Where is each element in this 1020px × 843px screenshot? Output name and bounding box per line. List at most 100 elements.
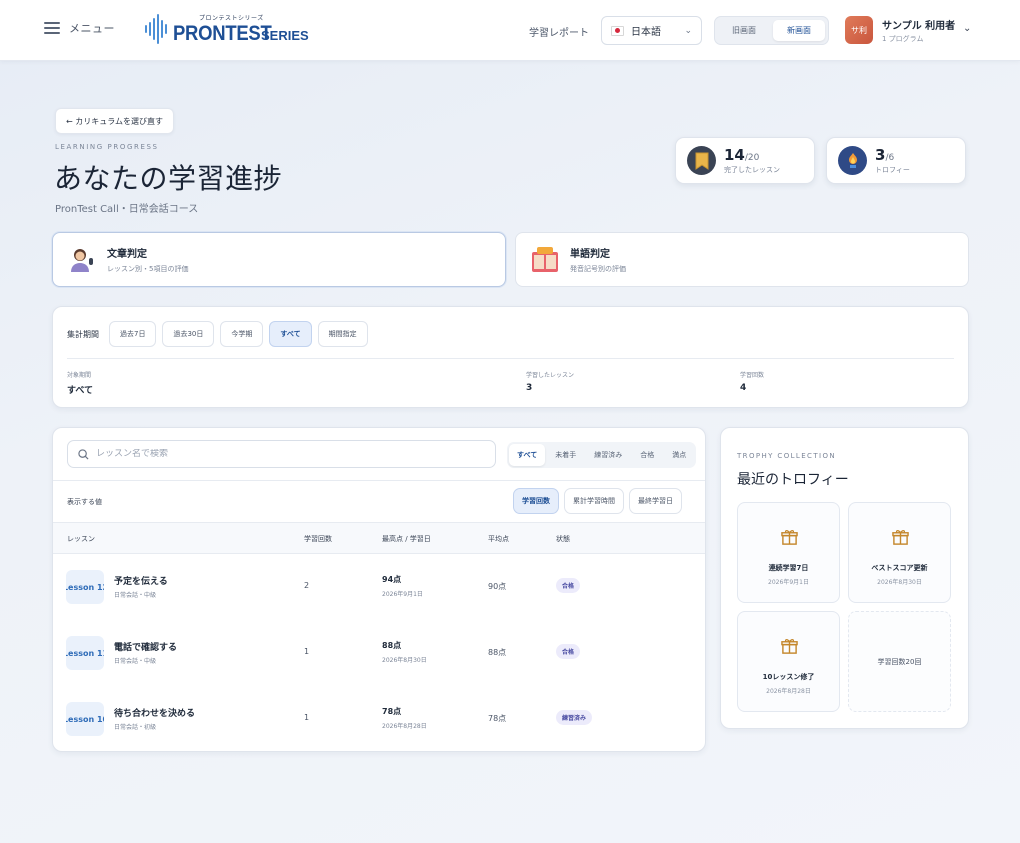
summary-label: 対象期間 <box>67 372 92 379</box>
learning-report-link[interactable]: 学習レポート <box>529 24 589 39</box>
status-filter: すべて 未着手 練習済み 合格 満点 <box>507 442 697 468</box>
period-label: 集計期間 <box>67 330 99 339</box>
user-program-count: 1 プログラム <box>882 34 924 43</box>
hamburger-icon <box>44 22 60 34</box>
column-average[interactable]: 平均点 <box>488 534 509 544</box>
filter-passed[interactable]: 合格 <box>632 444 662 466</box>
lesson-search[interactable] <box>67 440 496 468</box>
trophy-card-locked[interactable]: 学習回数20回 <box>848 611 951 712</box>
summary-value: 3 <box>526 383 533 393</box>
divider <box>53 480 705 481</box>
language-label: 日本語 <box>631 27 661 38</box>
best-score-date: 2026年9月1日 <box>382 591 423 598</box>
status-badge: 合格 <box>556 578 581 593</box>
summary-target-period: 対象期間 すべて <box>67 370 93 396</box>
metric-study-count[interactable]: 学習回数 <box>513 488 559 514</box>
period-chip-all[interactable]: すべて <box>269 321 312 347</box>
trophy-name: 10レッスン修了 <box>762 673 815 681</box>
trophy-name: ベストスコア更新 <box>871 564 928 572</box>
average-score: 78点 <box>488 714 507 723</box>
period-chip-30days[interactable]: 過去30日 <box>162 321 215 347</box>
trophy-card[interactable]: ベストスコア更新 2026年8月30日 <box>848 502 951 603</box>
column-count[interactable]: 学習回数 <box>304 534 332 544</box>
completed-lessons-total: /20 <box>744 153 760 163</box>
page-eyebrow: LEARNING PROGRESS <box>55 143 159 151</box>
best-score: 78点 <box>382 707 402 716</box>
abc-book-icon <box>530 245 560 275</box>
gift-icon <box>781 639 798 654</box>
period-chip-7days[interactable]: 過去7日 <box>109 321 157 347</box>
back-to-curriculum-button[interactable]: ← カリキュラムを選び直す <box>55 108 175 134</box>
summary-label: 学習したレッスン <box>526 372 575 379</box>
lesson-badge: Lesson 11 <box>66 636 104 670</box>
best-score-date: 2026年8月28日 <box>382 723 427 730</box>
word-judgement-title: 単語判定 <box>570 249 610 260</box>
table-row[interactable]: Lesson 12 予定を伝える 日常会話・中級 2 94点 2026年9月1日… <box>53 554 705 620</box>
logo-subtitle: プロンテストシリーズ <box>199 14 264 22</box>
trophy-count-total: /6 <box>885 153 895 163</box>
bookmark-icon <box>687 146 716 175</box>
period-chip-custom[interactable]: 期間指定 <box>317 321 368 347</box>
completed-lessons-label: 完了したレッスン <box>724 166 780 174</box>
period-chip-row: 過去7日 過去30日 今学期 すべて 期間指定 <box>109 321 368 347</box>
japan-flag-icon <box>611 25 624 36</box>
language-select[interactable]: 日本語 ⌄ <box>601 16 702 45</box>
sentence-judgement-title: 文章判定 <box>107 249 147 260</box>
trophy-count-value: 3 <box>875 146 886 164</box>
top-header: メニュー プロンテストシリーズ PRONTEST SERIES 学習レポート 日… <box>0 0 1020 61</box>
trophy-card[interactable]: 10レッスン修了 2026年8月28日 <box>737 611 840 712</box>
lesson-title: 予定を伝える <box>114 577 168 587</box>
trophy-date: 2026年8月30日 <box>877 579 922 586</box>
chevron-down-icon: ⌄ <box>684 25 692 36</box>
avatar: サ利 <box>845 16 873 44</box>
prontest-logo[interactable]: プロンテストシリーズ PRONTEST SERIES <box>145 12 309 46</box>
sentence-judgement-card[interactable]: 文章判定 レッスン別・5項目の評価 <box>52 232 506 287</box>
column-status[interactable]: 状態 <box>556 534 570 544</box>
summary-value: すべて <box>67 386 94 396</box>
filter-practiced[interactable]: 練習済み <box>586 444 630 466</box>
user-menu[interactable]: サ利 サンプル 利用者 1 プログラム <box>845 16 955 44</box>
menu-button[interactable]: メニュー <box>44 20 115 36</box>
metric-last-date[interactable]: 最終学習日 <box>629 488 682 514</box>
menu-label: メニュー <box>69 22 115 35</box>
gift-icon <box>781 530 798 545</box>
average-score: 90点 <box>488 582 507 591</box>
study-count: 2 <box>304 581 310 590</box>
filter-perfect[interactable]: 満点 <box>664 444 694 466</box>
filter-all[interactable]: すべて <box>509 444 546 466</box>
best-score: 88点 <box>382 641 402 650</box>
column-lesson[interactable]: レッスン <box>67 534 95 544</box>
table-row[interactable]: Lesson 10 待ち合わせを決める 日常会話・初級 1 78点 2026年8… <box>53 686 705 751</box>
trophy-eyebrow: TROPHY COLLECTION <box>737 452 837 460</box>
period-filter-card: 集計期間 過去7日 過去30日 今学期 すべて 期間指定 対象期間 すべて 学習… <box>52 306 969 408</box>
trophy-name: 学習回数20回 <box>877 658 922 666</box>
metric-total-time[interactable]: 累計学習時間 <box>564 488 624 514</box>
trophy-title: 最近のトロフィー <box>737 472 849 488</box>
speaker-person-icon <box>67 245 97 275</box>
metric-label: 表示する値 <box>67 498 102 506</box>
filter-not-started[interactable]: 未着手 <box>547 444 584 466</box>
user-chevron-down-icon[interactable]: ⌄ <box>963 23 971 34</box>
trophy-card[interactable]: 連続学習7日 2026年9月1日 <box>737 502 840 603</box>
trophy-name: 連続学習7日 <box>768 564 809 572</box>
table-row[interactable]: Lesson 11 電話で確認する 日常会話・中級 1 88点 2026年8月3… <box>53 620 705 686</box>
sound-wave-icon <box>145 12 167 46</box>
word-judgement-card[interactable]: 単語判定 発音記号別の評価 <box>515 232 969 287</box>
lesson-title: 待ち合わせを決める <box>114 709 196 719</box>
old-screen-option[interactable]: 旧画面 <box>718 20 770 41</box>
sentence-judgement-subtitle: レッスン別・5項目の評価 <box>107 265 189 273</box>
page-subtitle: PronTest Call・日常会話コース <box>55 204 199 215</box>
user-name: サンプル 利用者 <box>882 20 956 32</box>
study-count: 1 <box>304 647 310 656</box>
summary-lessons-studied: 学習したレッスン 3 <box>526 370 574 393</box>
search-input[interactable] <box>96 449 485 459</box>
search-icon <box>78 448 89 460</box>
period-chip-term[interactable]: 今学期 <box>220 321 264 347</box>
lesson-level: 日常会話・初級 <box>114 724 157 731</box>
table-header: レッスン 学習回数 最高点 / 学習日 平均点 状態 <box>53 522 705 554</box>
column-best[interactable]: 最高点 / 学習日 <box>382 534 431 544</box>
new-screen-option[interactable]: 新画面 <box>773 20 825 41</box>
trophy-icon <box>838 146 867 175</box>
screen-version-toggle: 旧画面 新画面 <box>714 16 829 45</box>
lesson-badge: Lesson 12 <box>66 570 104 604</box>
